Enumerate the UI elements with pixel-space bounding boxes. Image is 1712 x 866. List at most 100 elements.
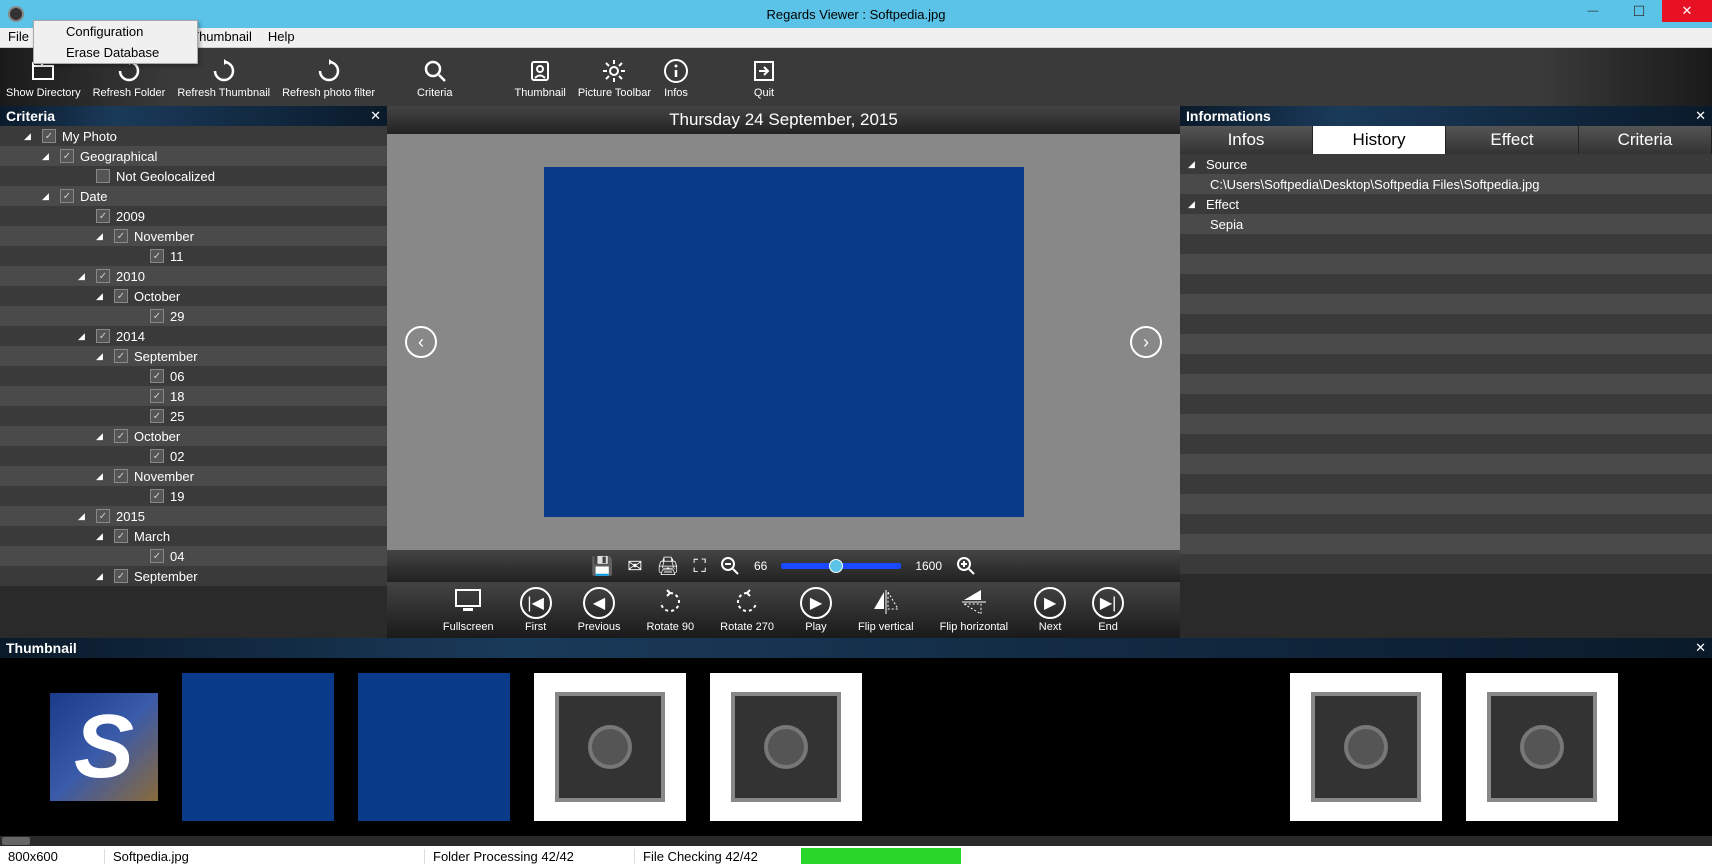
viewer-previous-button[interactable]: ◀Previous — [578, 587, 621, 633]
tab-infos[interactable]: Infos — [1180, 126, 1313, 154]
checkbox-icon[interactable]: ✓ — [114, 349, 128, 363]
checkbox-icon[interactable]: ✓ — [114, 469, 128, 483]
criteria-row[interactable]: ✓19 — [0, 486, 387, 506]
thumbnail-item[interactable] — [1466, 673, 1618, 821]
checkbox-icon[interactable]: ✓ — [114, 529, 128, 543]
thumbnail-scrollbar[interactable] — [0, 836, 1712, 846]
tab-effect[interactable]: Effect — [1446, 126, 1579, 154]
criteria-row[interactable]: ◢✓2010 — [0, 266, 387, 286]
criteria-row[interactable]: ✓ 2009 — [0, 206, 387, 226]
checkbox-icon[interactable]: ✓ — [42, 129, 56, 143]
thumbnail-item[interactable] — [182, 673, 334, 821]
criteria-row[interactable]: ✓ 25 — [0, 406, 387, 426]
zoom-in-icon[interactable] — [956, 556, 976, 576]
viewer-first-button[interactable]: |◀First — [520, 587, 552, 633]
checkbox-icon[interactable]: ✓ — [60, 189, 74, 203]
viewer-flip-horizontal-button[interactable]: Flip horizontal — [940, 587, 1008, 633]
criteria-row[interactable]: ◢✓2015 — [0, 506, 387, 526]
menu-file[interactable]: File — [0, 28, 37, 47]
criteria-label: 25 — [170, 409, 184, 424]
criteria-row[interactable]: ◢✓September — [0, 346, 387, 366]
checkbox-icon[interactable]: ✓ — [150, 409, 164, 423]
image-viewport[interactable]: ‹ › — [387, 134, 1180, 550]
viewer-end-button[interactable]: ▶|End — [1092, 587, 1124, 633]
checkbox-icon[interactable]: ✓ — [150, 489, 164, 503]
checkbox-icon[interactable]: ✓ — [150, 389, 164, 403]
checkbox-icon[interactable]: ✓ — [150, 449, 164, 463]
prev-image-button[interactable]: ‹ — [405, 326, 437, 358]
thumbnail-item[interactable] — [1290, 673, 1442, 821]
checkbox-icon[interactable]: ✓ — [114, 229, 128, 243]
criteria-row[interactable]: ✓18 — [0, 386, 387, 406]
checkbox-icon[interactable]: ✓ — [150, 249, 164, 263]
thumbnail-close-icon[interactable]: ✕ — [1695, 640, 1706, 656]
checkbox-icon[interactable]: ✓ — [114, 569, 128, 583]
criteria-row[interactable]: ◢✓My Photo — [0, 126, 387, 146]
menu-help[interactable]: Help — [260, 28, 303, 47]
criteria-row[interactable]: ◢✓Geographical — [0, 146, 387, 166]
viewer-rotate-90-button[interactable]: Rotate 90 — [646, 587, 694, 633]
criteria-row[interactable]: ◢✓October — [0, 426, 387, 446]
email-icon[interactable]: ✉ — [627, 556, 642, 577]
toolbar-picture-toolbar[interactable]: Picture Toolbar — [572, 48, 657, 106]
print-icon[interactable]: 🖨 — [656, 556, 679, 577]
criteria-row[interactable]: ◢✓Date — [0, 186, 387, 206]
checkbox-icon[interactable]: ✓ — [60, 149, 74, 163]
toolbar-thumbnail[interactable]: Thumbnail — [508, 48, 571, 106]
thumbnail-item[interactable]: S — [50, 693, 158, 801]
criteria-row[interactable]: ✓29 — [0, 306, 387, 326]
close-button[interactable]: ✕ — [1662, 0, 1712, 22]
toolbar-quit[interactable]: Quit — [745, 48, 783, 106]
zoom-slider[interactable] — [781, 563, 901, 569]
fit-icon[interactable]: ⛶ — [693, 556, 706, 577]
checkbox-icon[interactable]: ✓ — [150, 369, 164, 383]
rotate-90-icon — [655, 587, 685, 619]
thumbnail-item[interactable] — [358, 673, 510, 821]
checkbox-icon[interactable]: ✓ — [114, 289, 128, 303]
save-icon[interactable]: 💾 — [591, 556, 613, 577]
criteria-row[interactable]: ◢✓November — [0, 466, 387, 486]
checkbox-icon[interactable]: ✓ — [96, 509, 110, 523]
checkbox-icon[interactable] — [96, 169, 110, 183]
minimize-button[interactable]: — — [1570, 0, 1616, 22]
thumbnail-item[interactable] — [710, 673, 862, 821]
criteria-row[interactable]: ✓06 — [0, 366, 387, 386]
viewer-next-button[interactable]: ▶Next — [1034, 587, 1066, 633]
thumbnail-item[interactable] — [534, 673, 686, 821]
criteria-row[interactable]: ✓04 — [0, 546, 387, 566]
criteria-row[interactable]: ✓02 — [0, 446, 387, 466]
toolbar-infos[interactable]: Infos — [657, 48, 695, 106]
viewer-play-button[interactable]: ▶Play — [800, 587, 832, 633]
checkbox-icon[interactable]: ✓ — [150, 309, 164, 323]
expand-icon: ◢ — [1188, 159, 1200, 170]
menu-item-configuration[interactable]: Configuration — [34, 21, 197, 42]
criteria-row[interactable]: Not Geolocalized — [0, 166, 387, 186]
next-image-button[interactable]: › — [1130, 326, 1162, 358]
checkbox-icon[interactable]: ✓ — [114, 429, 128, 443]
checkbox-icon[interactable]: ✓ — [150, 549, 164, 563]
toolbar-refresh-photo-filter[interactable]: Refresh photo filter — [276, 48, 381, 106]
criteria-label: 2009 — [116, 209, 145, 224]
criteria-close-icon[interactable]: ✕ — [370, 108, 381, 124]
criteria-row[interactable]: ◢✓October — [0, 286, 387, 306]
criteria-row[interactable]: ◢✓November — [0, 226, 387, 246]
expand-icon: ◢ — [78, 511, 90, 522]
viewer-fullscreen-button[interactable]: Fullscreen — [443, 587, 494, 633]
maximize-button[interactable]: ☐ — [1616, 0, 1662, 22]
viewer-rotate-270-button[interactable]: Rotate 270 — [720, 587, 774, 633]
criteria-row[interactable]: ◢✓September — [0, 566, 387, 586]
thumbnail-strip[interactable]: S — [0, 658, 1712, 836]
toolbar-criteria[interactable]: Criteria — [411, 48, 458, 106]
zoom-out-icon[interactable] — [720, 556, 740, 576]
menu-item-erase-database[interactable]: Erase Database — [34, 42, 197, 63]
info-close-icon[interactable]: ✕ — [1695, 108, 1706, 124]
criteria-row[interactable]: ◢✓March — [0, 526, 387, 546]
checkbox-icon[interactable]: ✓ — [96, 329, 110, 343]
criteria-row[interactable]: ◢✓2014 — [0, 326, 387, 346]
criteria-row[interactable]: ✓11 — [0, 246, 387, 266]
checkbox-icon[interactable]: ✓ — [96, 269, 110, 283]
tab-criteria[interactable]: Criteria — [1579, 126, 1712, 154]
checkbox-icon[interactable]: ✓ — [96, 209, 110, 223]
tab-history[interactable]: History — [1313, 126, 1446, 154]
viewer-flip-vertical-button[interactable]: Flip vertical — [858, 587, 914, 633]
